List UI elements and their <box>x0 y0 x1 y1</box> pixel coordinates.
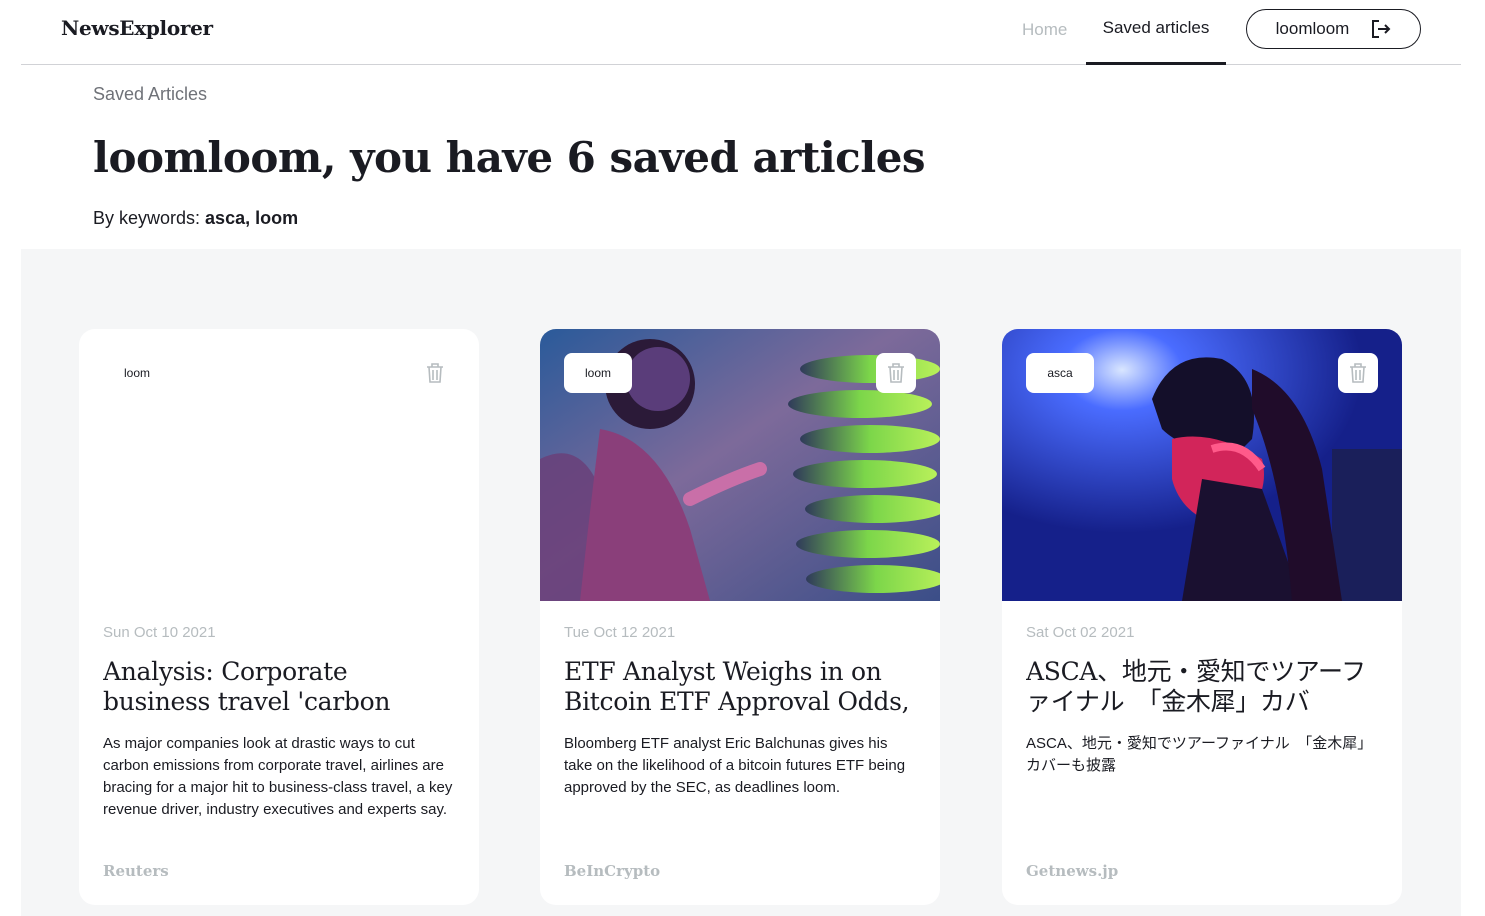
nav-link-saved-articles[interactable]: Saved articles <box>1086 0 1226 65</box>
article-text: As major companies look at drastic ways … <box>103 735 453 818</box>
page-label: Saved Articles <box>93 84 208 104</box>
user-name: loomloom <box>1275 19 1350 38</box>
article-date: Sun Oct 10 2021 <box>103 624 216 641</box>
article-card[interactable]: loom Sun Oct 10 2021 Analysis: Corporate… <box>79 329 479 905</box>
saved-articles-section: loom Sun Oct 10 2021 Analysis: Corporate… <box>21 249 1461 916</box>
delete-button[interactable] <box>415 353 455 393</box>
article-date: Sat Oct 02 2021 <box>1026 624 1135 641</box>
trash-icon <box>1350 363 1366 383</box>
article-source: Reuters <box>103 862 169 880</box>
article-text: Bloomberg ETF analyst Eric Balchunas giv… <box>564 735 906 796</box>
article-source: BeInCrypto <box>564 862 661 880</box>
delete-button[interactable] <box>876 353 916 393</box>
trash-icon <box>427 363 443 383</box>
keyword-tag: asca <box>1026 353 1094 393</box>
keywords-prefix: By keywords: <box>93 208 206 228</box>
article-card[interactable]: asca Sat Oct 02 2021 ASCA、地元・愛知でツアーファイナル… <box>1002 329 1402 905</box>
site-header: NewsExplorer Home Saved articles loomloo… <box>21 0 1461 65</box>
delete-button[interactable] <box>1338 353 1378 393</box>
logout-icon <box>1372 20 1391 38</box>
article-title: ETF Analyst Weighs in on Bitcoin ETF App… <box>564 657 910 716</box>
keyword-tag: loom <box>103 353 171 393</box>
page-title: loomloom, you have 6 saved articles <box>93 133 926 182</box>
logout-button[interactable]: loomloom <box>1246 9 1421 49</box>
article-title: Analysis: Corporate business travel 'car… <box>103 657 391 716</box>
nav-link-home[interactable]: Home <box>1022 20 1067 40</box>
article-date: Tue Oct 12 2021 <box>564 624 676 641</box>
article-card[interactable]: loom Tue Oct 12 2021 ETF Analyst Weighs … <box>540 329 940 905</box>
keywords-list: asca, loom <box>205 208 299 228</box>
site-logo[interactable]: NewsExplorer <box>61 16 213 40</box>
trash-icon <box>888 363 904 383</box>
article-text: ASCA、地元・愛知でツアーファイナル 「金木犀」カバーも披露 <box>1026 735 1373 774</box>
article-title: ASCA、地元・愛知でツアーファイナル 「金木犀」カバ <box>1026 657 1366 716</box>
keywords-line: By keywords: asca, loom <box>93 208 298 229</box>
article-source: Getnews.jp <box>1026 862 1119 880</box>
keyword-tag: loom <box>564 353 632 393</box>
